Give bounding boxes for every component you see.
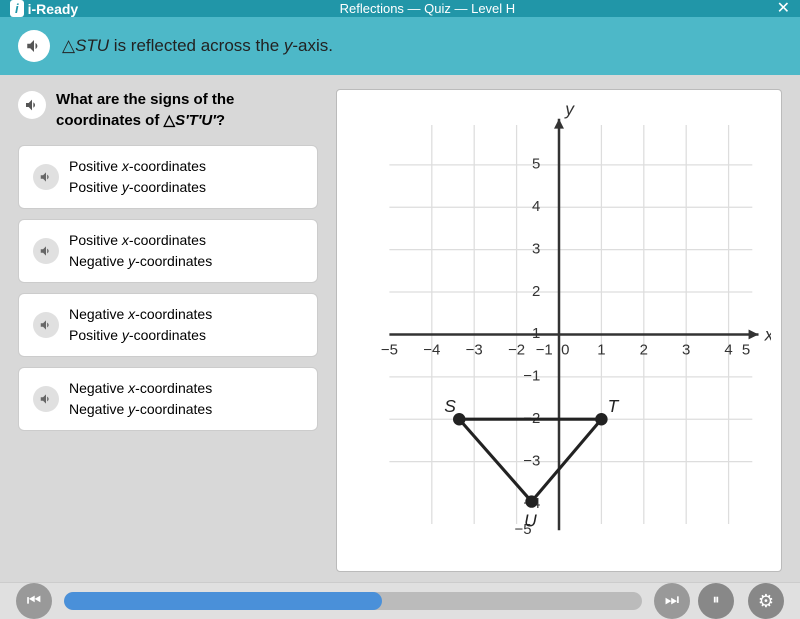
tick-y3: 3 (532, 240, 540, 257)
question-speaker-icon (24, 97, 40, 113)
pause-button[interactable]: ⏸ (698, 583, 734, 619)
progress-bar-fill (64, 592, 382, 610)
vertex-t (595, 413, 607, 425)
bottom-right-buttons: ⏸ ⚙ (690, 583, 784, 619)
question-text: What are the signs of the coordinates of… (56, 89, 318, 131)
instruction-speaker-button[interactable] (18, 30, 50, 62)
tick-yn3: −3 (523, 452, 540, 469)
label-s: S (444, 396, 456, 416)
tick-y5: 5 (532, 156, 540, 173)
option-speaker-icon (39, 244, 53, 258)
tick-yn1: −1 (523, 368, 540, 385)
triangle-side-su (459, 419, 531, 501)
bottom-bar: ⏮ ⏭ ⏸ ⚙ (0, 582, 800, 619)
option-speaker-icon (39, 392, 53, 406)
speaker-icon (25, 37, 43, 55)
page-title: Reflections — Quiz — Level H (340, 1, 516, 16)
option-3-text: Negative x-coordinatesPositive y-coordin… (69, 304, 212, 346)
tick-xn5: −5 (381, 341, 398, 358)
logo-text: i-Ready (28, 1, 79, 17)
tick-x4: 4 (724, 341, 732, 358)
pause-icon: ⏸ (713, 593, 720, 609)
prev-button[interactable]: ⏮ (16, 583, 52, 619)
y-axis-label: y (564, 100, 575, 119)
instruction-text: △STU is reflected across the y-axis. (62, 36, 333, 56)
next-icon: ⏭ (665, 592, 679, 610)
graph-svg: x y 5 4 3 2 1 −1 −2 −3 −4 −5 −4 −3 −2 −1… (347, 100, 771, 561)
option-1-speaker[interactable] (33, 164, 59, 190)
next-button[interactable]: ⏭ (654, 583, 690, 619)
settings-button[interactable]: ⚙ (748, 583, 784, 619)
tick-y1: 1 (532, 325, 540, 342)
left-panel: What are the signs of the coordinates of… (18, 89, 318, 572)
tick-y2: 2 (532, 283, 540, 300)
option-3[interactable]: Negative x-coordinatesPositive y-coordin… (18, 293, 318, 357)
triangle-side-tu (532, 419, 602, 501)
tick-x0: 0 (561, 341, 569, 358)
question-header: What are the signs of the coordinates of… (18, 89, 318, 131)
option-speaker-icon (39, 318, 53, 332)
option-speaker-icon (39, 170, 53, 184)
tick-x1: 1 (597, 341, 605, 358)
vertex-u (525, 495, 537, 507)
option-4[interactable]: Negative x-coordinatesNegative y-coordin… (18, 367, 318, 431)
option-2-speaker[interactable] (33, 238, 59, 264)
settings-icon: ⚙ (758, 591, 774, 612)
title-bar: i i-Ready Reflections — Quiz — Level H ✕ (0, 0, 800, 17)
main-content: What are the signs of the coordinates of… (0, 75, 800, 582)
instruction-bar: △STU is reflected across the y-axis. (0, 17, 800, 75)
logo: i i-Ready (10, 0, 78, 17)
question-speaker-button[interactable] (18, 91, 46, 119)
x-axis-label: x (764, 325, 771, 345)
logo-i: i (10, 0, 24, 17)
tick-xn1: −1 (536, 341, 553, 358)
option-1-text: Positive x-coordinatesPositive y-coordin… (69, 156, 206, 198)
option-2-text: Positive x-coordinatesNegative y-coordin… (69, 230, 212, 272)
option-1[interactable]: Positive x-coordinatesPositive y-coordin… (18, 145, 318, 209)
tick-xn3: −3 (466, 341, 483, 358)
close-button[interactable]: ✕ (777, 1, 790, 17)
option-2[interactable]: Positive x-coordinatesNegative y-coordin… (18, 219, 318, 283)
label-u: U (524, 510, 537, 530)
progress-bar-container (64, 592, 642, 610)
options-list: Positive x-coordinatesPositive y-coordin… (18, 145, 318, 431)
prev-icon: ⏮ (27, 592, 41, 610)
option-3-speaker[interactable] (33, 312, 59, 338)
label-t: T (608, 396, 620, 416)
tick-x2: 2 (640, 341, 648, 358)
option-4-speaker[interactable] (33, 386, 59, 412)
tick-x3: 3 (682, 341, 690, 358)
coordinate-plane: x y 5 4 3 2 1 −1 −2 −3 −4 −5 −4 −3 −2 −1… (336, 89, 782, 572)
tick-y4: 4 (532, 198, 540, 215)
tick-xn4: −4 (423, 341, 440, 358)
option-4-text: Negative x-coordinatesNegative y-coordin… (69, 378, 212, 420)
tick-xn2: −2 (508, 341, 525, 358)
tick-x5: 5 (742, 341, 750, 358)
